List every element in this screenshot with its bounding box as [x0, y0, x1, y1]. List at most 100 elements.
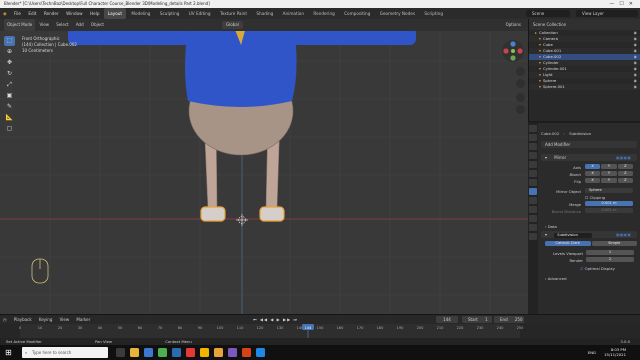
material-tab-icon[interactable] [529, 233, 537, 240]
levels-viewport-field[interactable]: 1 [586, 250, 634, 255]
annotate-tool-icon[interactable]: ✎ [4, 102, 15, 112]
render-levels-field[interactable]: 2 [586, 257, 634, 262]
timeline-editor-icon[interactable]: ◷ [0, 315, 10, 324]
particles-tab-icon[interactable] [529, 197, 537, 204]
window-controls[interactable]: —☐✕ [609, 0, 638, 8]
eye-icon[interactable]: ◉ [634, 84, 637, 90]
flip-z-toggle[interactable]: Z [617, 178, 633, 183]
menu-select[interactable]: Select [53, 19, 71, 31]
modifier-tab-icon[interactable] [529, 188, 537, 195]
language-indicator[interactable]: ENG [588, 345, 596, 360]
constraints-tab-icon[interactable] [529, 215, 537, 222]
checkbox-checked-icon[interactable]: ☑ [580, 266, 583, 271]
merge-distance-field[interactable]: 0.001 m [585, 201, 633, 206]
measure-tool-icon[interactable]: 📐 [4, 113, 15, 123]
transform-orientation-dropdown[interactable]: Global [222, 21, 243, 29]
edge-icon[interactable] [144, 348, 153, 357]
clipping-checkbox[interactable]: ☐ Clipping [585, 195, 605, 200]
menu-help[interactable]: Help [87, 8, 103, 19]
tab-shading[interactable]: Shading [252, 8, 277, 19]
tab-layout[interactable]: Layout [103, 8, 127, 19]
tab-scripting[interactable]: Scripting [420, 8, 447, 19]
playback-controls[interactable]: ⏮ ◀◀ ◀ ▶ ▶▶ ⏭ [250, 315, 301, 324]
optimal-display-checkbox[interactable]: ☑ Optimal Display [580, 266, 615, 271]
menu-object[interactable]: Object [88, 19, 107, 31]
mirror-object-field[interactable]: Sphere [585, 188, 633, 193]
store-icon[interactable] [158, 348, 167, 357]
object-mode-dropdown[interactable]: Object Mode [4, 19, 36, 31]
menu-marker[interactable]: Marker [73, 315, 93, 324]
menu-keying[interactable]: Keying [36, 315, 55, 324]
current-frame-field[interactable]: 144 [436, 316, 458, 323]
view-layer-tab-icon[interactable] [529, 152, 537, 159]
bisect-z-toggle[interactable]: Z [617, 171, 633, 176]
bisect-y-toggle[interactable]: Y [601, 171, 617, 176]
tab-texture-paint[interactable]: Texture Paint [216, 8, 251, 19]
view-layer-selector[interactable]: View Layer [576, 10, 638, 17]
add-modifier-dropdown[interactable]: Add Modifier [541, 141, 637, 148]
subdivision-modifier-header[interactable]: ▾ Subdivision ▣▣▣▣ [541, 231, 637, 238]
axis-y-toggle[interactable]: Y [601, 164, 617, 169]
menu-view[interactable]: View [57, 315, 73, 324]
axis-x-toggle[interactable]: X [585, 164, 601, 169]
flip-x-toggle[interactable]: X [585, 178, 601, 183]
tab-sculpting[interactable]: Sculpting [156, 8, 184, 19]
tab-geometry-nodes[interactable]: Geometry Nodes [376, 8, 419, 19]
rotate-tool-icon[interactable]: ↻ [4, 69, 15, 79]
render-tab-icon[interactable] [529, 134, 537, 141]
file-explorer-icon[interactable] [130, 348, 139, 357]
minimize-icon[interactable]: — [609, 1, 619, 7]
tab-compositing[interactable]: Compositing [340, 8, 374, 19]
cursor-tool-icon[interactable]: ⊕ [4, 47, 15, 57]
task-view-icon[interactable] [116, 348, 125, 357]
bisect-x-toggle[interactable]: X [585, 171, 601, 176]
mirror-modifier-name[interactable]: Mirror [554, 155, 566, 160]
scene-selector[interactable]: Scene [526, 10, 570, 17]
transform-tool-icon[interactable]: ▣ [4, 91, 15, 101]
tab-catmull-clark[interactable]: Catmull-Clark [545, 241, 591, 246]
menu-render[interactable]: Render [41, 8, 62, 19]
flip-y-toggle[interactable]: Y [601, 178, 617, 183]
windows-start-icon[interactable]: ⊞ [5, 345, 12, 360]
menu-add[interactable]: Add [73, 19, 87, 31]
system-clock[interactable]: 8:03 PM 15/11/2021 [604, 347, 626, 357]
menu-playback[interactable]: Playback [11, 315, 35, 324]
menu-view[interactable]: View [36, 19, 52, 31]
tab-simple[interactable]: Simple [591, 241, 637, 246]
maximize-icon[interactable]: ☐ [619, 1, 628, 7]
output-tab-icon[interactable] [529, 143, 537, 150]
options-dropdown[interactable]: Options [503, 19, 524, 31]
axis-z-toggle[interactable]: Z [617, 164, 633, 169]
add-cube-tool-icon[interactable]: ▢ [4, 124, 15, 134]
collapse-icon[interactable]: ▾ [545, 155, 547, 160]
app-icon-blue[interactable] [256, 348, 265, 357]
menu-edit[interactable]: Edit [25, 8, 39, 19]
mail-icon[interactable] [172, 348, 181, 357]
physics-tab-icon[interactable] [529, 206, 537, 213]
modifier-visibility-icons[interactable]: ▣▣▣▣ [616, 231, 631, 238]
world-tab-icon[interactable] [529, 170, 537, 177]
select-box-tool-icon[interactable]: ⬚ [4, 36, 15, 46]
scene-tab-icon[interactable] [529, 161, 537, 168]
viewport-canvas[interactable] [0, 31, 528, 314]
menu-window[interactable]: Window [63, 8, 86, 19]
modifier-visibility-icons[interactable]: ▣▣▣▣ [616, 154, 631, 161]
tab-rendering[interactable]: Rendering [309, 8, 338, 19]
tool-tab-icon[interactable] [529, 125, 537, 132]
move-tool-icon[interactable]: ✥ [4, 58, 15, 68]
start-frame-field[interactable]: Start 1 [462, 316, 492, 323]
mirror-modifier-header[interactable]: ▾ Mirror ▣▣▣▣ [541, 154, 637, 161]
tab-modeling[interactable]: Modeling [127, 8, 154, 19]
menu-file[interactable]: File [11, 8, 24, 19]
tab-uv-editing[interactable]: UV Editing [185, 8, 215, 19]
close-icon[interactable]: ✕ [629, 1, 638, 7]
scale-tool-icon[interactable]: ⤢ [4, 80, 15, 90]
end-frame-field[interactable]: End 250 [494, 316, 524, 323]
app-icon-purple[interactable] [228, 348, 237, 357]
taskbar-search[interactable]: ⌕ Type here to search [22, 347, 108, 358]
bisect-distance-field[interactable]: 0.001 m [585, 208, 633, 213]
advanced-subpanel[interactable]: › Advanced [545, 276, 567, 281]
blender-taskbar-icon[interactable] [214, 348, 223, 357]
tab-animation[interactable]: Animation [279, 8, 308, 19]
checkbox-icon[interactable]: ☐ [585, 195, 588, 200]
